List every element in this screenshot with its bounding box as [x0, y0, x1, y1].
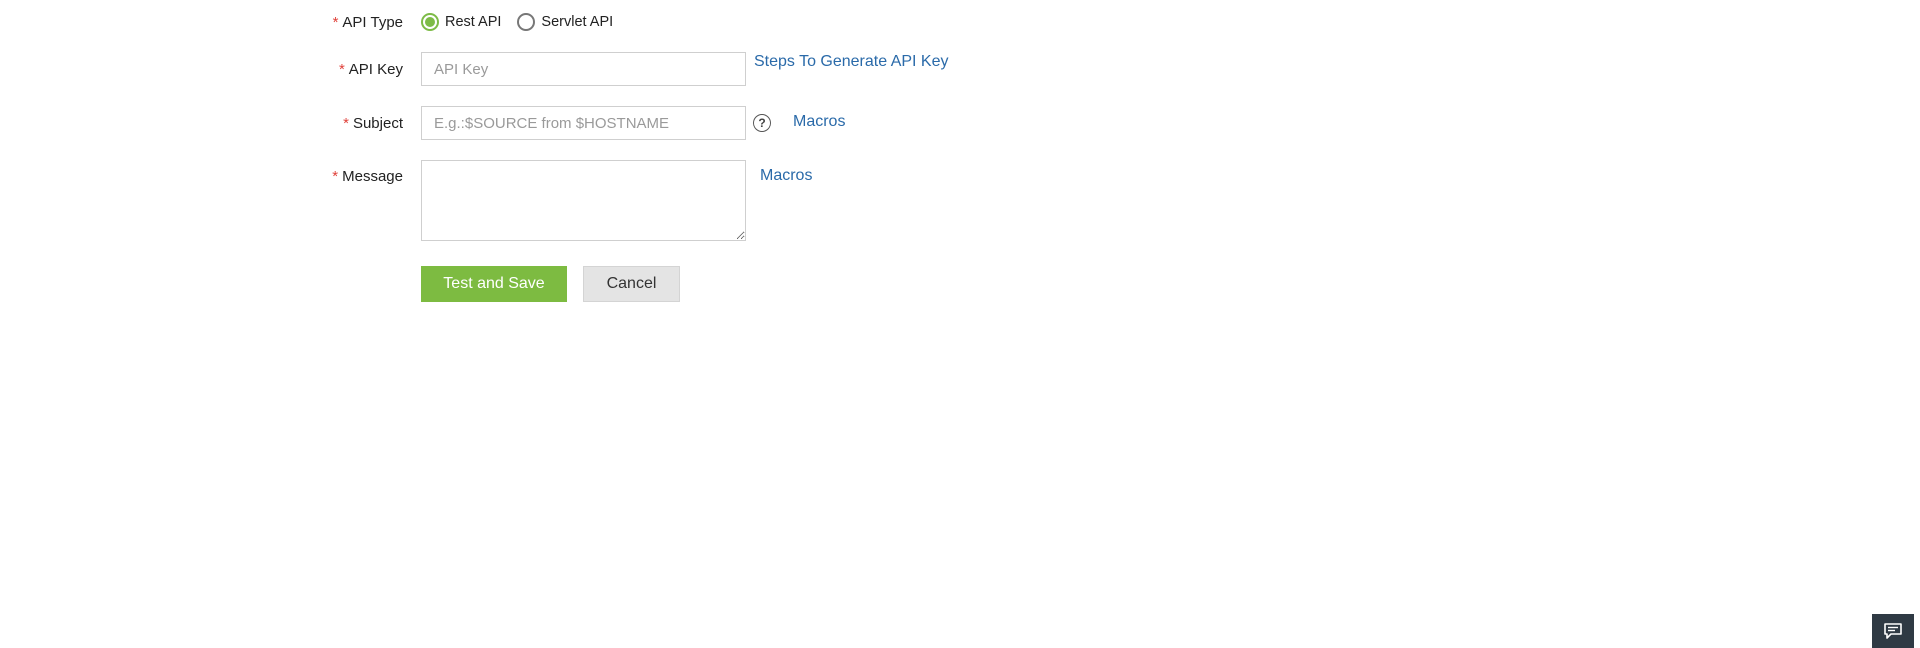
subject-label: * Subject [343, 115, 403, 132]
question-circle-icon[interactable]: ? [753, 114, 771, 132]
subject-macros-link[interactable]: Macros [793, 113, 845, 131]
cancel-button[interactable]: Cancel [583, 266, 680, 302]
steps-to-generate-api-key-link[interactable]: Steps To Generate API Key [754, 53, 949, 71]
chat-widget-button[interactable] [1872, 614, 1914, 648]
chat-icon [1884, 623, 1902, 639]
api-key-input[interactable] [421, 52, 746, 86]
message-macros-link[interactable]: Macros [760, 167, 812, 185]
radio-unselected-icon [517, 13, 536, 31]
radio-servlet-api[interactable]: Servlet API [517, 13, 613, 31]
api-key-label: * API Key [338, 61, 403, 78]
test-and-save-button[interactable]: Test and Save [421, 266, 567, 302]
message-label: * Message [332, 168, 403, 185]
api-type-radio-group: Rest API Servlet API [421, 13, 629, 31]
subject-input[interactable] [421, 106, 746, 140]
radio-selected-icon [421, 13, 439, 31]
message-textarea[interactable] [421, 160, 746, 241]
api-type-label: * API Type [332, 14, 403, 31]
radio-rest-api[interactable]: Rest API [421, 13, 501, 31]
